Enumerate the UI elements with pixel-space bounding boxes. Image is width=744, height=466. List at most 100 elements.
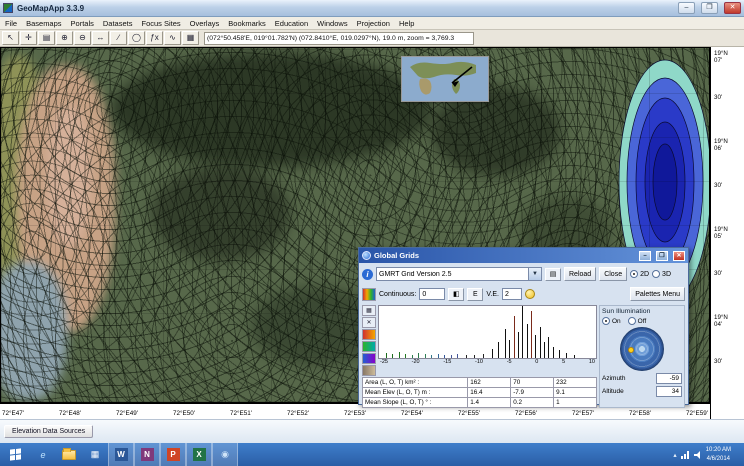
move-tool-icon[interactable]: ↔ [92, 31, 109, 45]
lon-label: 72°E58' [629, 410, 651, 417]
sun-off-radio[interactable]: Off [628, 317, 647, 325]
remove-histogram-button[interactable]: ✕ [362, 317, 376, 328]
close-button[interactable]: ✕ [724, 2, 741, 14]
menu-windows[interactable]: Windows [317, 19, 347, 28]
lon-label: 72°E52' [287, 410, 309, 417]
taskbar-apps-grid[interactable]: ▦ [82, 443, 108, 466]
apps-grid-icon: ▦ [91, 449, 100, 460]
lat-label: 30' [714, 183, 722, 190]
sun-direction-control[interactable] [620, 327, 664, 371]
title-bar[interactable]: GeoMapApp 3.3.9 – ❐ ✕ [0, 0, 744, 17]
taskbar-browser-app[interactable]: ◉ [212, 443, 238, 466]
terrain-bluegray-area [0, 262, 67, 400]
ve-input[interactable]: 2 [502, 288, 522, 300]
taskbar-onenote[interactable]: N [134, 443, 160, 466]
radio-2d[interactable]: 2D [630, 270, 649, 278]
hist-bar [540, 327, 541, 358]
hist-tick: -20 [412, 359, 420, 367]
clock[interactable]: 10:20 AM 4/6/2014 [706, 446, 731, 462]
lat-label: 30' [714, 359, 722, 366]
terrain-pink-band [47, 106, 91, 246]
sun-position-dot[interactable] [628, 347, 634, 353]
menu-projection[interactable]: Projection [357, 19, 390, 28]
grid-cells-icon[interactable]: ▦ [362, 305, 376, 316]
altitude-input[interactable]: 34 [656, 386, 682, 397]
onenote-icon: N [141, 448, 154, 461]
lat-label: 19°N 05' [714, 227, 728, 241]
menu-basemaps[interactable]: Basemaps [26, 19, 61, 28]
zoom-in-icon[interactable]: ⊕ [56, 31, 73, 45]
hist-bar [553, 347, 554, 358]
hist-bar [386, 353, 387, 358]
stats-row: Mean Elev (L, O, T) m :16.4-7.99.1 [363, 388, 597, 398]
sun-off-dot [628, 317, 636, 325]
start-button[interactable] [0, 443, 30, 466]
palette-swatch-icon[interactable] [362, 353, 376, 364]
menu-focus-sites[interactable]: Focus Sites [141, 19, 180, 28]
distance-tool-icon[interactable]: ∕ [110, 31, 127, 45]
taskbar-excel[interactable]: X [186, 443, 212, 466]
taskbar-powerpoint[interactable]: P [160, 443, 186, 466]
elevation-data-sources-button[interactable]: Elevation Data Sources [4, 425, 93, 438]
hist-tick: 0 [535, 359, 538, 367]
dialog-close-button[interactable]: Close [599, 267, 627, 281]
info-icon[interactable]: i [362, 269, 373, 280]
network-icon[interactable] [681, 451, 690, 459]
lon-label: 72°E59' [686, 410, 708, 417]
volume-icon[interactable] [694, 451, 702, 459]
hist-bar [527, 324, 528, 358]
menu-education[interactable]: Education [275, 19, 308, 28]
dialog-maximize-button[interactable]: ❐ [656, 251, 668, 261]
menu-help[interactable]: Help [399, 19, 414, 28]
lon-label: 72°E51' [230, 410, 252, 417]
tray-expand-icon[interactable]: ▴ [673, 451, 676, 459]
radio-3d[interactable]: 3D [652, 270, 671, 278]
hist-bar [392, 354, 393, 358]
grid-version-select[interactable]: GMRT Grid Version 2.5 ▼ [376, 267, 542, 281]
edit-palette-icon[interactable]: E [467, 288, 483, 301]
lasso-tool-icon[interactable]: ◯ [128, 31, 145, 45]
palette-swatch-icon[interactable] [362, 341, 376, 352]
save-grid-icon[interactable]: ▤ [545, 268, 561, 281]
histogram-equalize-icon[interactable]: ◧ [448, 288, 464, 301]
palette-swatch-icon[interactable] [362, 365, 376, 376]
minimize-button[interactable]: – [678, 2, 695, 14]
grid-table-icon[interactable]: ▦ [182, 31, 199, 45]
hist-bar [399, 352, 400, 358]
dialog-title-bar[interactable]: Global Grids – ❐ ✕ [359, 248, 688, 263]
hist-bar [518, 332, 519, 358]
world-inset-map[interactable] [401, 56, 489, 102]
taskbar-file-explorer[interactable] [56, 443, 82, 466]
sun-on-radio[interactable]: On [602, 317, 621, 325]
lat-label: 19°N 04' [714, 315, 728, 329]
lat-label: 19°N 06' [714, 139, 728, 153]
menu-datasets[interactable]: Datasets [103, 19, 133, 28]
taskbar-word[interactable]: W [108, 443, 134, 466]
palette-swatch-icon[interactable] [362, 329, 376, 340]
menu-overlays[interactable]: Overlays [190, 19, 220, 28]
zoom-out-icon[interactable]: ⊖ [74, 31, 91, 45]
continuous-input[interactable]: 0 [419, 288, 445, 300]
palettes-menu-button[interactable]: Palettes Menu [630, 287, 685, 301]
palette-icon[interactable] [362, 288, 376, 301]
profile-tool-icon[interactable]: ∿ [164, 31, 181, 45]
save-icon[interactable]: ▤ [38, 31, 55, 45]
pan-hand-tool-icon[interactable]: ✛ [20, 31, 37, 45]
maximize-button[interactable]: ❐ [701, 2, 718, 14]
function-tool-icon[interactable]: ƒx [146, 31, 163, 45]
dialog-minimize-button[interactable]: – [639, 251, 651, 261]
hist-tick: 10 [589, 359, 595, 367]
hist-bar [498, 342, 499, 358]
reload-button[interactable]: Reload [564, 267, 596, 281]
pointer-tool-icon[interactable]: ↖ [2, 31, 19, 45]
menu-file[interactable]: File [5, 19, 17, 28]
menu-portals[interactable]: Portals [71, 19, 94, 28]
dialog-close-icon[interactable]: ✕ [673, 251, 685, 261]
windows-logo-icon [10, 448, 21, 460]
menu-bookmarks[interactable]: Bookmarks [228, 19, 266, 28]
lamp-icon[interactable] [525, 289, 535, 299]
azimuth-input[interactable]: -59 [656, 373, 682, 384]
elevation-histogram[interactable] [378, 305, 597, 359]
taskbar-internet-explorer[interactable]: e [30, 443, 56, 466]
hist-bar [412, 355, 413, 358]
